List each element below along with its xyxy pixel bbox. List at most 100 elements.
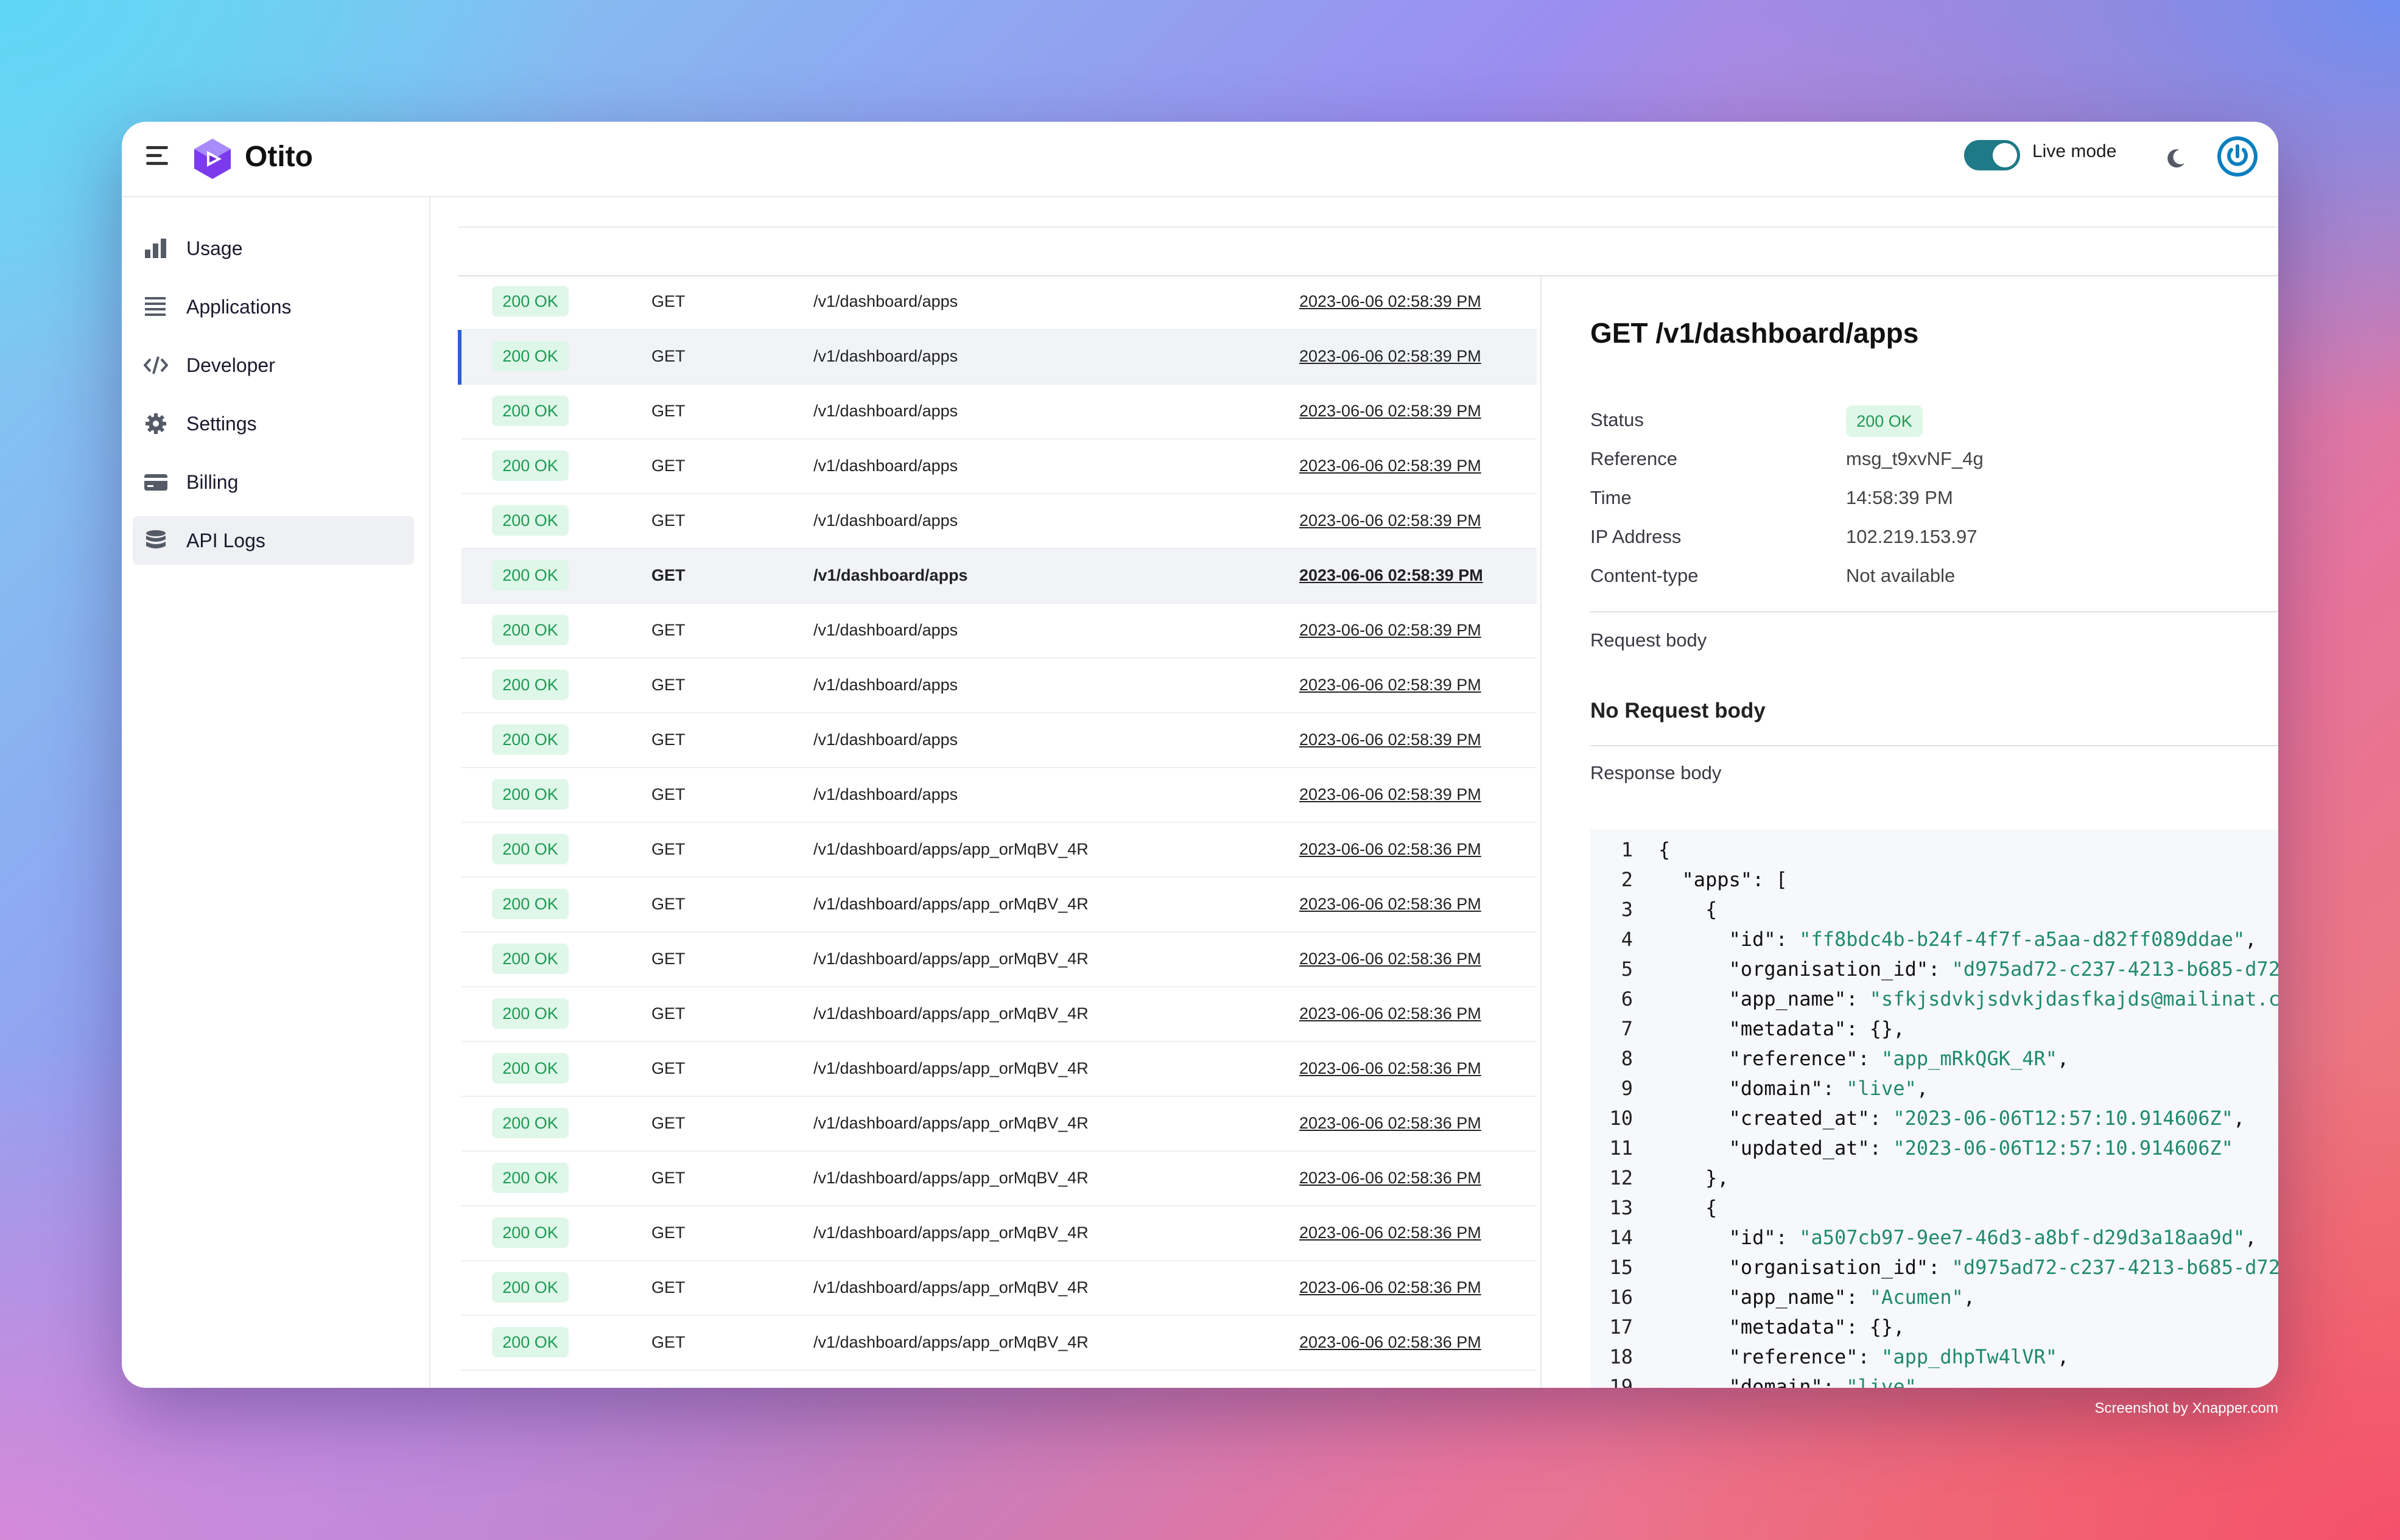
log-time-link[interactable]: 2023-06-06 02:58:39 PM — [1299, 730, 1481, 749]
menu-icon[interactable] — [146, 146, 168, 170]
status-badge: 200 OK — [492, 1163, 569, 1193]
log-row[interactable]: 200 OK GET /v1/dashboard/apps/app_orMqBV… — [461, 878, 1537, 933]
log-time-link[interactable]: 2023-06-06 02:58:39 PM — [1299, 457, 1481, 475]
content-type-value: Not available — [1846, 565, 1956, 586]
log-method: GET — [651, 566, 686, 584]
power-icon[interactable] — [2216, 135, 2259, 178]
log-row[interactable]: 200 OK GET /v1/dashboard/apps/app_orMqBV… — [461, 987, 1537, 1042]
sidebar-item-label: Settings — [186, 413, 257, 435]
log-time-link[interactable]: 2023-06-06 02:58:36 PM — [1299, 1278, 1481, 1297]
brand-name: Otito — [245, 141, 313, 173]
log-method: GET — [651, 785, 686, 803]
sidebar-item-label: Billing — [186, 471, 239, 493]
sidebar-item-developer[interactable]: Developer — [133, 341, 414, 390]
gear-icon — [146, 413, 166, 434]
code-text: "id": "a507cb97-9ee7-46d3-a8bf-d29d3a18a… — [1658, 1226, 2257, 1249]
log-row[interactable]: 200 OK GET /v1/dashboard/apps/app_orMqBV… — [461, 1261, 1537, 1316]
log-row[interactable]: 200 OK GET /v1/dashboard/apps 2023-06-06… — [461, 604, 1537, 659]
divider — [1590, 745, 2278, 746]
log-time-link[interactable]: 2023-06-06 02:58:36 PM — [1299, 1059, 1481, 1078]
log-row[interactable]: 200 OK GET /v1/dashboard/apps 2023-06-06… — [461, 385, 1537, 439]
log-time-link[interactable]: 2023-06-06 02:58:39 PM — [1299, 347, 1481, 366]
sidebar-item-settings[interactable]: Settings — [133, 399, 414, 448]
status-badge: 200 OK — [492, 889, 569, 919]
log-time-link[interactable]: 2023-06-06 02:58:36 PM — [1299, 1223, 1481, 1242]
log-time-link[interactable]: 2023-06-06 02:58:36 PM — [1299, 1114, 1481, 1133]
log-path: /v1/dashboard/apps/app_orMqBV_4R — [813, 1333, 1089, 1351]
log-row[interactable]: 200 OK GET /v1/dashboard/apps 2023-06-06… — [461, 768, 1537, 823]
otito-logo-icon — [194, 139, 231, 179]
code-text: "reference": "app_dhpTw4lVR", — [1658, 1345, 2069, 1368]
log-path: /v1/dashboard/apps/app_orMqBV_4R — [813, 895, 1089, 913]
status-badge: 200 OK — [492, 1272, 569, 1303]
log-time-link[interactable]: 2023-06-06 02:58:36 PM — [1299, 950, 1481, 968]
log-time-link[interactable]: 2023-06-06 02:58:39 PM — [1299, 511, 1481, 530]
sidebar: Usage Applications Developer Settings Bi… — [122, 197, 430, 1388]
log-time-link[interactable]: 2023-06-06 02:58:36 PM — [1299, 895, 1481, 914]
log-path: /v1/dashboard/apps — [813, 566, 968, 584]
status-badge: 200 OK — [492, 450, 569, 481]
code-text: "id": "ff8bdc4b-b24f-4f7f-a5aa-d82ff089d… — [1658, 928, 2257, 951]
log-time-link[interactable]: 2023-06-06 02:58:39 PM — [1299, 292, 1481, 311]
live-mode-toggle[interactable] — [1964, 140, 2020, 170]
log-path: /v1/dashboard/apps/app_orMqBV_4R — [813, 1169, 1089, 1187]
log-row[interactable]: 200 OK GET /v1/dashboard/apps 2023-06-06… — [461, 275, 1537, 330]
log-time-link[interactable]: 2023-06-06 02:58:39 PM — [1299, 621, 1481, 640]
log-time-link[interactable]: 2023-06-06 02:58:36 PM — [1299, 840, 1481, 859]
log-path: /v1/dashboard/apps — [813, 785, 958, 803]
log-time-link[interactable]: 2023-06-06 02:58:39 PM — [1299, 566, 1483, 585]
log-row-hovered[interactable]: 200 OK GET /v1/dashboard/apps 2023-06-06… — [461, 549, 1537, 604]
log-row[interactable]: 200 OK GET /v1/dashboard/apps/app_orMqBV… — [461, 1206, 1537, 1261]
log-time-link[interactable]: 2023-06-06 02:58:39 PM — [1299, 785, 1481, 804]
log-method: GET — [651, 676, 686, 694]
log-row[interactable]: 200 OK GET /v1/dashboard/apps/app_orMqBV… — [461, 933, 1537, 987]
code-text: "organisation_id": "d975ad72-c237-4213-b… — [1658, 1256, 2278, 1279]
no-request-body: No Request body — [1590, 699, 1766, 723]
status-badge: 200 OK — [492, 1053, 569, 1083]
log-time-link[interactable]: 2023-06-06 02:58:39 PM — [1299, 676, 1481, 695]
sidebar-item-usage[interactable]: Usage — [133, 224, 414, 273]
sidebar-item-billing[interactable]: Billing — [133, 458, 414, 506]
code-text: }, — [1658, 1166, 1729, 1189]
log-row[interactable]: 200 OK GET /v1/dashboard/apps/app_orMqBV… — [461, 1097, 1537, 1152]
sidebar-item-label: Usage — [186, 237, 243, 259]
log-path: /v1/dashboard/apps/app_orMqBV_4R — [813, 1278, 1089, 1297]
log-path: /v1/dashboard/apps — [813, 347, 958, 365]
log-row[interactable]: 200 OK GET /v1/dashboard/apps 2023-06-06… — [461, 439, 1537, 494]
log-path: /v1/dashboard/apps/app_orMqBV_4R — [813, 1223, 1089, 1242]
sidebar-item-applications[interactable]: Applications — [133, 282, 414, 331]
status-badge: 200 OK — [492, 560, 569, 590]
watermark: Screenshot by Xnapper.com — [2094, 1400, 2278, 1416]
log-path: /v1/dashboard/apps — [813, 730, 958, 749]
sidebar-item-label: Developer — [186, 354, 275, 376]
log-row[interactable]: 200 OK GET /v1/dashboard/apps/app_orMqBV… — [461, 1152, 1537, 1206]
log-time-link[interactable]: 2023-06-06 02:58:36 PM — [1299, 1004, 1481, 1023]
log-row-selected[interactable]: 200 OK GET /v1/dashboard/apps 2023-06-06… — [458, 330, 1537, 385]
log-row[interactable]: 200 OK GET /v1/dashboard/apps/app_orMqBV… — [461, 1316, 1537, 1371]
log-method: GET — [651, 1059, 686, 1077]
selection-indicator — [458, 330, 461, 385]
log-time-link[interactable]: 2023-06-06 02:58:36 PM — [1299, 1333, 1481, 1352]
divider — [1590, 611, 2278, 612]
moon-icon[interactable] — [2164, 146, 2188, 170]
log-method: GET — [651, 292, 686, 310]
log-row[interactable]: 200 OK GET /v1/dashboard/apps 2023-06-06… — [461, 494, 1537, 549]
log-method: GET — [651, 347, 686, 365]
sidebar-item-api-logs[interactable]: API Logs — [133, 516, 414, 565]
status-badge: 200 OK — [492, 1327, 569, 1357]
log-method: GET — [651, 511, 686, 530]
log-row[interactable]: 200 OK GET /v1/dashboard/apps/app_orMqBV… — [461, 823, 1537, 878]
log-list: 200 OK GET /v1/dashboard/apps 2023-06-06… — [458, 275, 1542, 1388]
log-row[interactable]: 200 OK GET /v1/dashboard/apps 2023-06-06… — [461, 659, 1537, 713]
log-method: GET — [651, 730, 686, 749]
status-badge: 200 OK — [492, 286, 569, 317]
log-time-link[interactable]: 2023-06-06 02:58:36 PM — [1299, 1169, 1481, 1188]
log-row[interactable]: 200 OK GET /v1/dashboard/apps 2023-06-06… — [461, 713, 1537, 768]
log-row[interactable]: 200 OK GET /v1/dashboard/apps/app_orMqBV… — [461, 1042, 1537, 1097]
response-body-label: Response body — [1590, 762, 1722, 783]
log-method: GET — [651, 1333, 686, 1351]
code-text: { — [1658, 898, 1718, 921]
top-bar: Otito Live mode — [122, 122, 2278, 197]
log-time-link[interactable]: 2023-06-06 02:58:39 PM — [1299, 402, 1481, 421]
sidebar-item-label: API Logs — [186, 530, 265, 551]
